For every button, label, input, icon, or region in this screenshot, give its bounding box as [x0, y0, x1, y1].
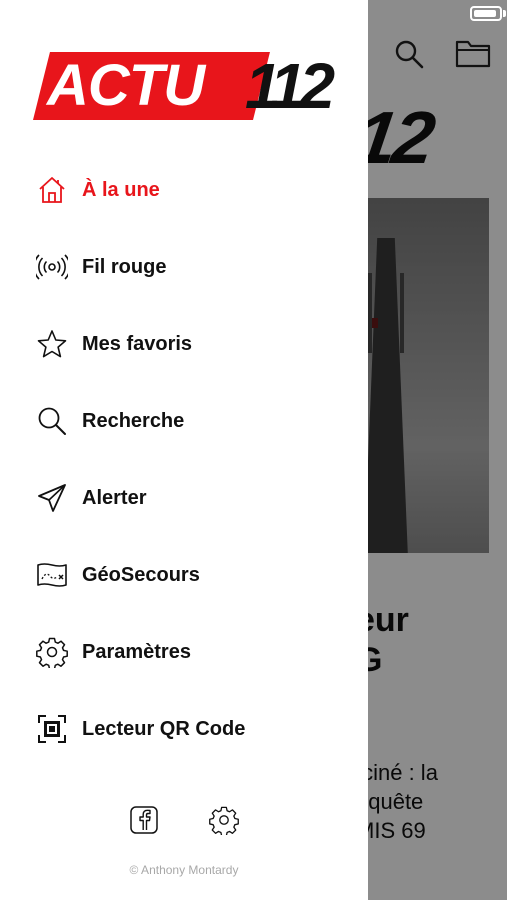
menu-item-fil-rouge[interactable]: Fil rouge [0, 237, 368, 297]
app-logo: ACTU 112 [33, 52, 338, 122]
home-icon [36, 174, 68, 206]
menu-item-a-la-une[interactable]: À la une [0, 160, 368, 220]
menu-item-label: Fil rouge [82, 255, 167, 278]
qr-scan-icon [36, 713, 68, 745]
menu-item-lecteur-qr-code[interactable]: Lecteur QR Code [0, 699, 368, 759]
menu-item-parametres[interactable]: Paramètres [0, 622, 368, 682]
menu-item-label: Paramètres [82, 640, 191, 663]
gear-icon [36, 636, 68, 668]
broadcast-icon [36, 251, 68, 283]
logo-red-text: ACTU [47, 53, 205, 118]
battery-tip [503, 10, 506, 17]
send-icon [36, 482, 68, 514]
menu-item-recherche[interactable]: Recherche [0, 391, 368, 451]
star-icon [36, 328, 68, 360]
drawer-footer [0, 800, 368, 840]
menu-item-label: Mes favoris [82, 332, 193, 355]
side-drawer: ACTU 112 À la une Fil rouge Mes favoris [0, 0, 368, 900]
search-icon [36, 405, 68, 437]
logo-number: 112 [245, 50, 335, 122]
settings-gear-icon[interactable] [209, 805, 239, 835]
menu-item-mes-favoris[interactable]: Mes favoris [0, 314, 368, 374]
menu-item-label: Alerter [82, 486, 147, 509]
map-icon [36, 559, 68, 591]
copyright-text: © Anthony Montardy [129, 863, 239, 877]
menu-item-label: Recherche [82, 409, 185, 432]
battery-icon [470, 6, 502, 21]
menu-item-geosecours[interactable]: GéoSecours [0, 545, 368, 605]
menu-item-label: À la une [82, 178, 160, 201]
menu-item-label: GéoSecours [82, 563, 200, 586]
menu-item-label: Lecteur QR Code [82, 717, 246, 740]
facebook-icon[interactable] [129, 805, 159, 835]
menu-item-alerter[interactable]: Alerter [0, 468, 368, 528]
